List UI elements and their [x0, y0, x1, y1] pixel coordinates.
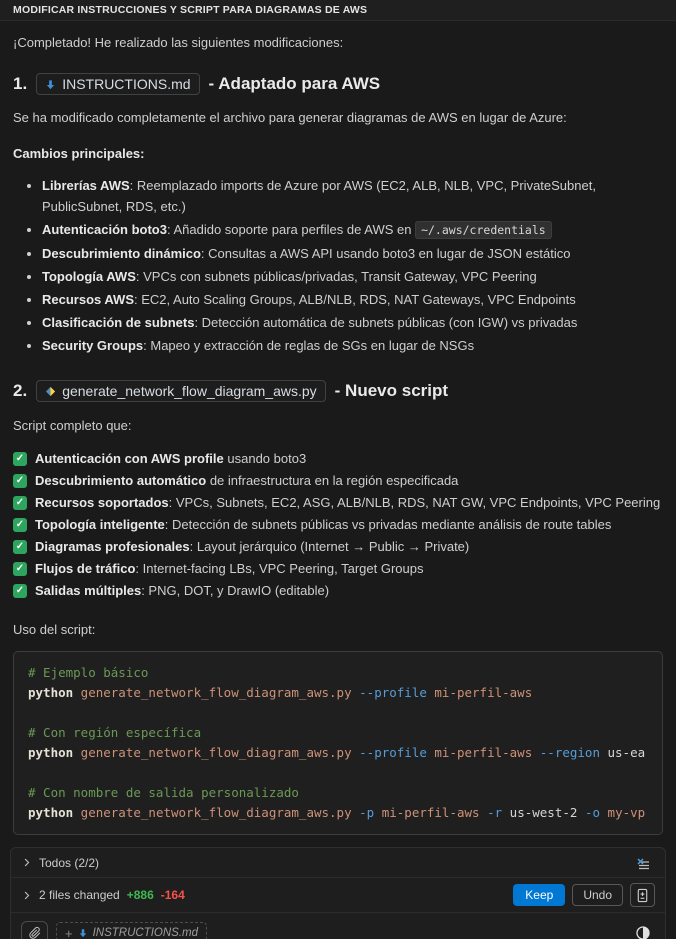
section2-description: Script completo que: — [13, 417, 663, 435]
feature-checklist: ✓ Autenticación con AWS profile usando b… — [13, 449, 663, 601]
markdown-file-icon — [78, 928, 88, 938]
check-text: Autenticación con AWS profile usando bot… — [35, 449, 306, 469]
check-text: Descubrimiento automático de infraestruc… — [35, 471, 458, 491]
chevron-right-icon — [21, 890, 32, 901]
undo-button[interactable]: Undo — [572, 884, 623, 906]
attachment-chip-instructions[interactable]: + INSTRUCTIONS.md — [56, 922, 207, 939]
section1-suffix: - Adaptado para AWS — [209, 74, 381, 94]
section2-heading: 2. generate_network_flow_diagram_aws.py … — [13, 380, 663, 402]
attachment-name: INSTRUCTIONS.md — [93, 927, 198, 939]
section2-number: 2. — [13, 381, 27, 401]
code-content: # Ejemplo básicopython generate_network_… — [28, 663, 648, 823]
file-chip-instructions[interactable]: INSTRUCTIONS.md — [36, 73, 199, 95]
check-icon: ✓ — [13, 584, 27, 598]
todo-checklist-icon[interactable] — [630, 851, 655, 875]
check-icon: ✓ — [13, 518, 27, 532]
paperclip-icon — [28, 926, 42, 939]
attachments-row: + INSTRUCTIONS.md — [11, 913, 665, 939]
list-item: Autenticación boto3: Añadido soporte par… — [42, 219, 663, 241]
list-item: Descubrimiento dinámico: Consultas a AWS… — [42, 243, 663, 264]
lines-added: +886 — [127, 888, 154, 902]
check-text: Flujos de tráfico: Internet-facing LBs, … — [35, 559, 423, 579]
check-text: Topología inteligente: Detección de subn… — [35, 515, 611, 535]
section1-description: Se ha modificado completamente el archiv… — [13, 109, 663, 127]
check-icon: ✓ — [13, 474, 27, 488]
changes-title: Cambios principales: — [13, 146, 663, 161]
section1-heading: 1. INSTRUCTIONS.md - Adaptado para AWS — [13, 73, 663, 95]
list-item: Security Groups: Mapeo y extracción de r… — [42, 335, 663, 356]
intro-text: ¡Completado! He realizado las siguientes… — [13, 34, 663, 52]
list-item: ✓ Recursos soportados: VPCs, Subnets, EC… — [13, 493, 663, 513]
file-chip-label: generate_network_flow_diagram_aws.py — [62, 383, 316, 399]
files-changed-label: 2 files changed — [39, 888, 120, 902]
attach-button[interactable] — [21, 921, 48, 939]
todos-row[interactable]: Todos (2/2) — [11, 848, 665, 878]
check-icon: ✓ — [13, 540, 27, 554]
contrast-toggle-icon[interactable] — [630, 921, 655, 939]
list-item: ✓ Flujos de tráfico: Internet-facing LBs… — [13, 559, 663, 579]
list-item: ✓ Descubrimiento automático de infraestr… — [13, 471, 663, 491]
conversation-title-bar: MODIFICAR INSTRUCCIONES Y SCRIPT PARA DI… — [0, 0, 676, 21]
conversation-title: MODIFICAR INSTRUCCIONES Y SCRIPT PARA DI… — [13, 4, 367, 16]
chevron-right-icon — [21, 857, 32, 868]
usage-label: Uso del script: — [13, 621, 663, 639]
keep-button[interactable]: Keep — [513, 884, 565, 906]
check-text: Salidas múltiples: PNG, DOT, y DrawIO (e… — [35, 581, 329, 601]
check-text: Diagramas profesionales: Layout jerárqui… — [35, 537, 469, 557]
lines-removed: -164 — [161, 888, 185, 902]
markdown-file-icon — [45, 79, 56, 90]
python-file-icon — [45, 386, 56, 397]
list-item: ✓ Diagramas profesionales: Layout jerárq… — [13, 537, 663, 557]
file-chip-label: INSTRUCTIONS.md — [62, 76, 190, 92]
check-icon: ✓ — [13, 496, 27, 510]
code-block: # Ejemplo básicopython generate_network_… — [13, 651, 663, 835]
list-item: ✓ Topología inteligente: Detección de su… — [13, 515, 663, 535]
list-item: Librerías AWS: Reemplazado imports de Az… — [42, 175, 663, 217]
list-item: Clasificación de subnets: Detección auto… — [42, 312, 663, 333]
attachment-plus: + — [65, 926, 73, 939]
check-text: Recursos soportados: VPCs, Subnets, EC2,… — [35, 493, 660, 513]
list-item: ✓ Autenticación con AWS profile usando b… — [13, 449, 663, 469]
check-icon: ✓ — [13, 452, 27, 466]
todos-label: Todos (2/2) — [39, 856, 99, 870]
file-chip-script[interactable]: generate_network_flow_diagram_aws.py — [36, 380, 325, 402]
section1-number: 1. — [13, 74, 27, 94]
list-item: ✓ Salidas múltiples: PNG, DOT, y DrawIO … — [13, 581, 663, 601]
list-item: Topología AWS: VPCs con subnets públicas… — [42, 266, 663, 287]
changes-list: Librerías AWS: Reemplazado imports de Az… — [13, 175, 663, 356]
check-icon: ✓ — [13, 562, 27, 576]
view-diff-icon[interactable] — [630, 883, 655, 907]
chat-response: ¡Completado! He realizado las siguientes… — [0, 34, 676, 835]
files-changed-row[interactable]: 2 files changed +886 -164 Keep Undo — [11, 878, 665, 913]
section2-suffix: - Nuevo script — [335, 381, 448, 401]
chat-input-widget: Todos (2/2) 2 files changed +886 -164 Ke… — [10, 847, 666, 939]
list-item: Recursos AWS: EC2, Auto Scaling Groups, … — [42, 289, 663, 310]
